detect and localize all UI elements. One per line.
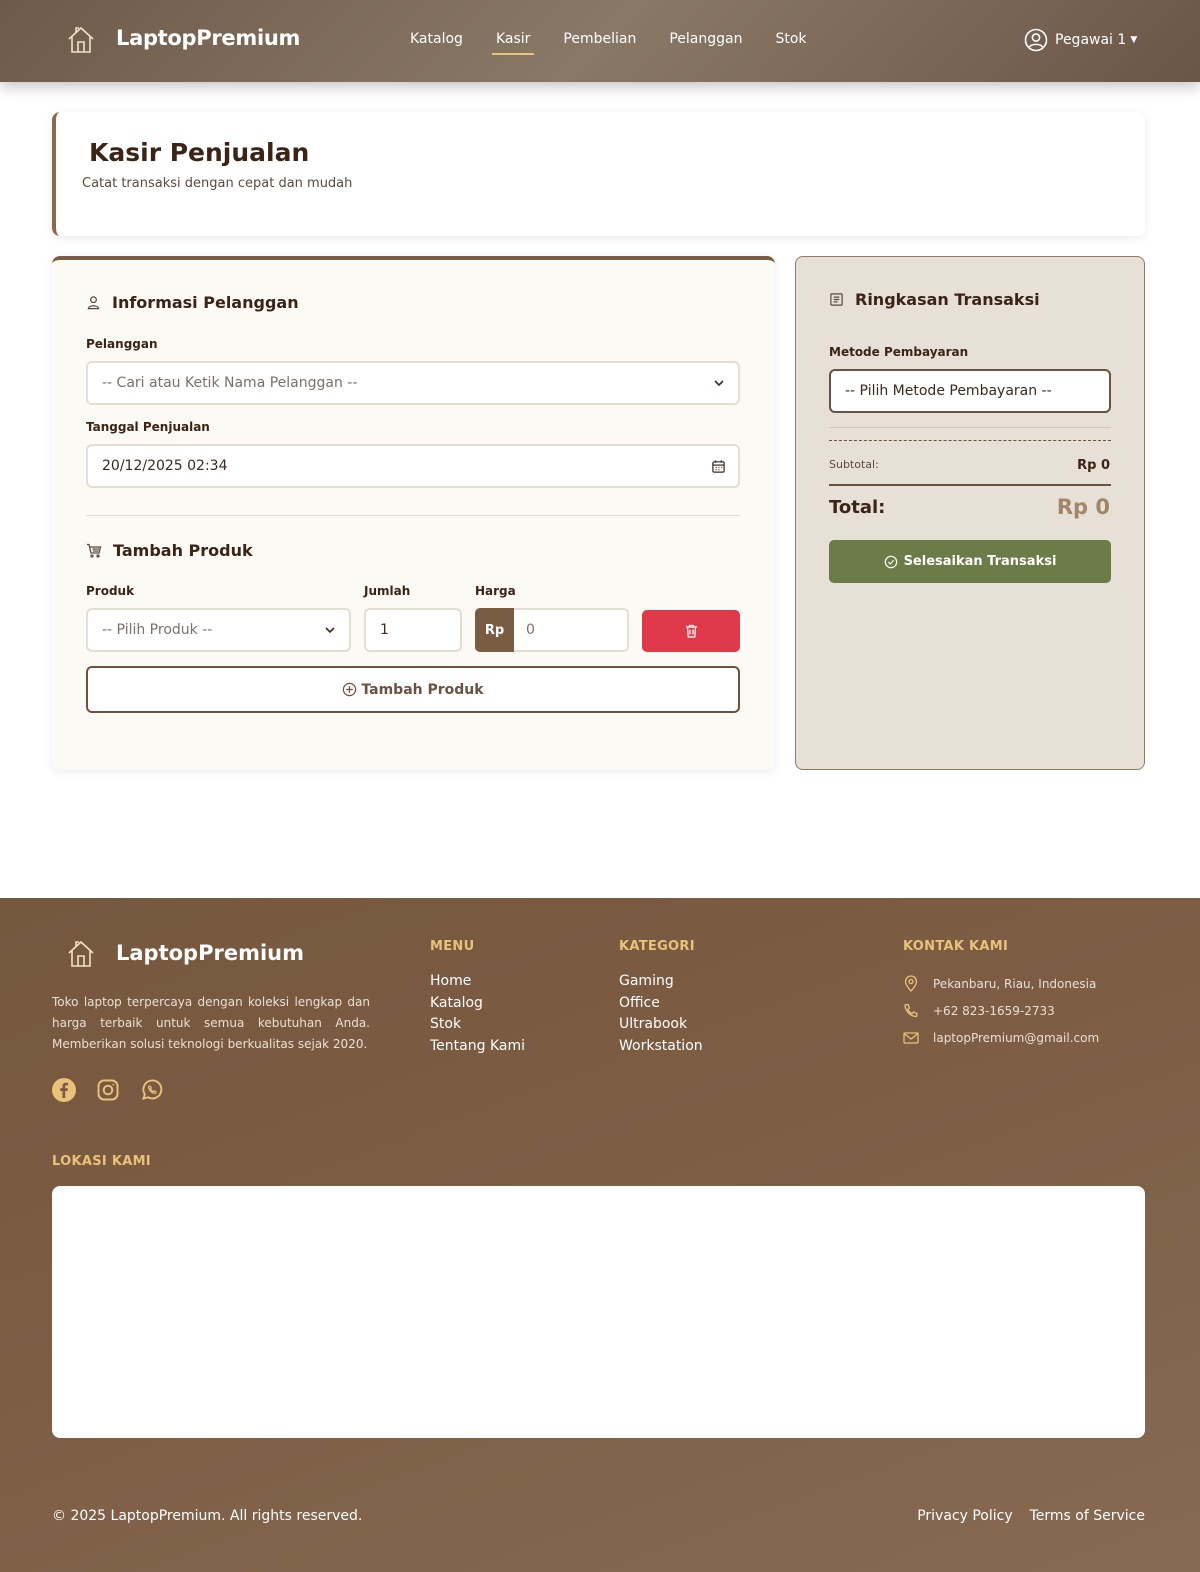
chevron-down-icon [325, 627, 335, 634]
footer-menu-list: Home Katalog Stok Tentang Kami [430, 971, 525, 1057]
total-divider [829, 484, 1111, 486]
footer-menu-heading: MENU [430, 939, 475, 954]
terms-of-service-link[interactable]: Terms of Service [1030, 1508, 1145, 1524]
contact-phone: +62 823-1659-2733 [903, 1002, 1055, 1019]
footer-contact-heading: KONTAK KAMI [903, 939, 1009, 954]
social-links [52, 1078, 184, 1102]
price-label: Harga [475, 584, 516, 598]
footer-link-stok[interactable]: Stok [430, 1014, 525, 1036]
trash-icon [685, 624, 697, 638]
user-name: Pegawai 1 [1055, 32, 1127, 48]
caret-down-icon: ▼ [1130, 35, 1138, 45]
payment-method-select[interactable]: -- Pilih Metode Pembayaran -- [829, 369, 1111, 413]
payment-method-label: Metode Pembayaran [829, 345, 969, 359]
receipt-icon [830, 293, 843, 306]
footer-location-heading: LOKASI KAMI [52, 1154, 151, 1169]
footer-link-home[interactable]: Home [430, 971, 525, 993]
nav-pelanggan[interactable]: Pelanggan [669, 31, 742, 47]
instagram-icon[interactable] [96, 1078, 120, 1102]
price-input[interactable]: 0 [514, 608, 629, 652]
page-subtitle: Catat transaksi dengan cepat dan mudah [82, 176, 353, 191]
copyright: © 2025 LaptopPremium. All rights reserve… [52, 1508, 363, 1524]
customer-label: Pelanggan [86, 337, 158, 351]
product-section-title: Tambah Produk [86, 541, 253, 560]
nav-stok[interactable]: Stok [775, 31, 806, 47]
page-header-card: Kasir Penjualan Catat transaksi dengan c… [52, 112, 1145, 236]
customer-section-title: Informasi Pelanggan [86, 293, 299, 312]
currency-badge: Rp [475, 608, 514, 652]
house-logo-icon[interactable] [66, 24, 96, 56]
quantity-input[interactable]: 1 [364, 608, 462, 652]
add-product-button[interactable]: Tambah Produk [86, 666, 740, 713]
brand-name[interactable]: LaptopPremium [116, 26, 300, 50]
cart-icon [87, 543, 102, 558]
top-navbar: LaptopPremium Katalog Kasir Pembelian Pe… [0, 0, 1200, 82]
facebook-icon[interactable] [52, 1078, 76, 1102]
section-divider [86, 515, 740, 516]
footer-category-workstation[interactable]: Workstation [619, 1036, 703, 1058]
summary-divider [829, 427, 1111, 428]
footer-category-office[interactable]: Office [619, 993, 703, 1015]
user-menu[interactable]: Pegawai 1 ▼ [1024, 28, 1137, 52]
whatsapp-icon[interactable] [140, 1078, 164, 1102]
total-value: Rp 0 [1056, 495, 1110, 519]
nav-pembelian[interactable]: Pembelian [563, 31, 636, 47]
user-circle-icon [1024, 28, 1048, 52]
footer-brand: LaptopPremium [116, 941, 304, 965]
page-title: Kasir Penjualan [89, 138, 310, 167]
plus-circle-icon [343, 682, 357, 697]
subtotal-label: Subtotal: [829, 458, 879, 471]
calendar-icon[interactable] [711, 459, 726, 474]
transaction-summary-card: Ringkasan Transaksi Metode Pembayaran --… [795, 256, 1145, 770]
footer-link-tentang[interactable]: Tentang Kami [430, 1036, 525, 1058]
site-footer: LaptopPremium Toko laptop terpercaya den… [0, 898, 1200, 1572]
summary-dashed-divider [829, 440, 1111, 441]
footer-about: Toko laptop terpercaya dengan koleksi le… [52, 995, 370, 1051]
customer-product-card: Informasi Pelanggan Pelanggan -- Cari at… [52, 256, 775, 770]
legal-links: Privacy Policy Terms of Service [900, 1508, 1145, 1524]
phone-icon [904, 1003, 918, 1018]
check-circle-icon [884, 555, 897, 568]
product-label: Produk [86, 584, 135, 598]
delete-product-button[interactable] [642, 610, 740, 652]
subtotal-value: Rp 0 [1077, 458, 1110, 473]
nav-kasir[interactable]: Kasir [491, 31, 535, 55]
price-input-group: Rp 0 [475, 608, 629, 652]
location-map[interactable] [52, 1186, 1145, 1438]
footer-category-heading: KATEGORI [619, 939, 695, 954]
product-select[interactable]: -- Pilih Produk -- [86, 608, 351, 652]
contact-address: Pekanbaru, Riau, Indonesia [903, 975, 1096, 992]
footer-category-gaming[interactable]: Gaming [619, 971, 703, 993]
finish-transaction-button[interactable]: Selesaikan Transaksi [829, 540, 1111, 583]
footer-category-ultrabook[interactable]: Ultrabook [619, 1014, 703, 1036]
nav-katalog[interactable]: Katalog [410, 31, 463, 47]
map-pin-icon [904, 975, 918, 992]
date-label: Tanggal Penjualan [86, 420, 210, 434]
main-nav: Katalog Kasir Pembelian Pelanggan Stok [410, 31, 840, 55]
contact-email: laptopPremium@gmail.com [903, 1029, 1099, 1046]
footer-link-katalog[interactable]: Katalog [430, 993, 525, 1015]
envelope-icon [903, 1032, 919, 1044]
chevron-down-icon [714, 380, 724, 387]
summary-title: Ringkasan Transaksi [829, 290, 1040, 309]
footer-category-list: Gaming Office Ultrabook Workstation [619, 971, 703, 1057]
total-label: Total: [829, 497, 886, 518]
house-logo-icon [68, 940, 94, 967]
privacy-policy-link[interactable]: Privacy Policy [917, 1508, 1012, 1524]
qty-label: Jumlah [364, 584, 411, 598]
customer-select[interactable]: -- Cari atau Ketik Nama Pelanggan -- [86, 361, 740, 405]
person-icon [87, 296, 100, 310]
date-input[interactable]: 20/12/2025 02:34 [86, 444, 740, 488]
